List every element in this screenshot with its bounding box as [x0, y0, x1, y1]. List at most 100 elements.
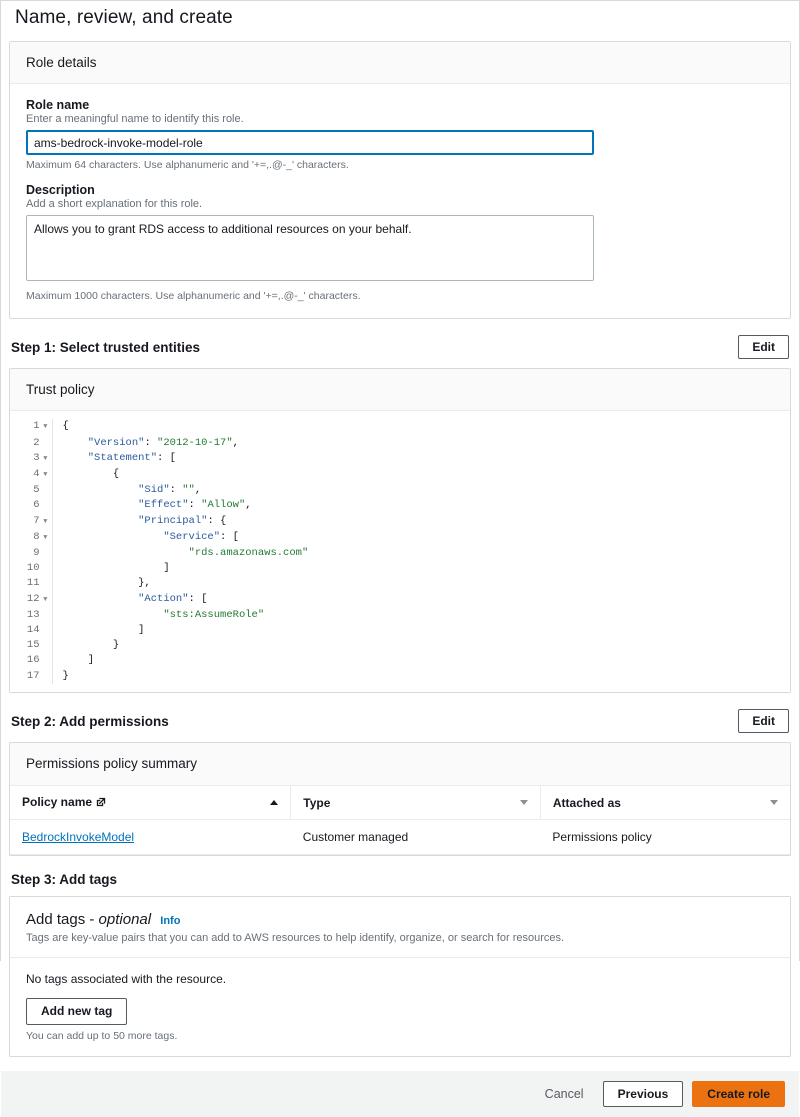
- code-line-number: 8▼: [10, 530, 52, 546]
- code-line: 6 "Effect": "Allow",: [10, 498, 790, 513]
- code-line-number: 3▼: [10, 451, 52, 467]
- permissions-header-row: Policy name Type: [10, 786, 790, 820]
- code-line: 16 ]: [10, 653, 790, 668]
- code-line: 8▼ "Service": [: [10, 530, 790, 546]
- code-line-number: 14: [10, 623, 52, 638]
- code-line-number: 16: [10, 653, 52, 668]
- trust-policy-card: Trust policy 1▼{2 "Version": "2012-10-17…: [9, 368, 791, 692]
- code-line: 17}: [10, 669, 790, 684]
- permissions-card-title: Permissions policy summary: [10, 743, 790, 785]
- role-details-card-title: Role details: [10, 42, 790, 84]
- code-line-content: "Sid": "",: [52, 483, 790, 498]
- code-line-content: ]: [52, 623, 790, 638]
- code-line-content: "Version": "2012-10-17",: [52, 436, 790, 451]
- column-header-policy-name[interactable]: Policy name: [10, 786, 291, 820]
- add-tags-optional-text: optional: [99, 911, 152, 928]
- fold-toggle-icon[interactable]: ▼: [40, 469, 48, 482]
- code-line-content: "Principal": {: [52, 514, 790, 530]
- code-line: 10 ]: [10, 561, 790, 576]
- code-line-content: "Action": [: [52, 592, 790, 608]
- code-line-number: 4▼: [10, 467, 52, 483]
- step2-edit-button[interactable]: Edit: [738, 709, 789, 733]
- description-description: Add a short explanation for this role.: [26, 198, 774, 210]
- description-label: Description: [26, 183, 774, 197]
- table-row: BedrockInvokeModel Customer managed Perm…: [10, 820, 790, 855]
- code-lines-body: 1▼ {2 "Version": "2012-10-17",3▼ "Stateme…: [10, 419, 790, 683]
- info-link[interactable]: Info: [160, 915, 180, 927]
- policy-name-link[interactable]: BedrockInvokeModel: [22, 830, 134, 844]
- cell-policy-name: BedrockInvokeModel: [10, 820, 291, 855]
- code-line-content: "Service": [: [52, 530, 790, 546]
- code-line-number: 10: [10, 561, 52, 576]
- code-line: 13 "sts:AssumeRole": [10, 608, 790, 623]
- code-line: 2 "Version": "2012-10-17",: [10, 436, 790, 451]
- column-label-type: Type: [303, 796, 330, 810]
- add-tags-card-head: Add tags - optional Info Tags are key-va…: [10, 897, 790, 957]
- role-details-body: Role name Enter a meaningful name to ide…: [10, 84, 790, 318]
- code-line: 12▼ "Action": [: [10, 592, 790, 608]
- code-line-number: 7▼: [10, 514, 52, 530]
- sort-indicator-attached-as[interactable]: [770, 800, 778, 805]
- role-name-input[interactable]: [26, 130, 594, 155]
- fold-toggle-icon[interactable]: ▼: [40, 453, 48, 466]
- create-role-button[interactable]: Create role: [692, 1081, 785, 1107]
- code-line-content: "Statement": [: [52, 451, 790, 467]
- trust-policy-code-editor[interactable]: 1▼ {2 "Version": "2012-10-17",3▼ "Stateme…: [10, 410, 790, 691]
- code-line-content: }: [52, 669, 790, 684]
- column-label-policy-name: Policy name: [22, 795, 106, 810]
- trust-policy-code-table: 1▼ {2 "Version": "2012-10-17",3▼ "Stateme…: [10, 419, 790, 683]
- step3-title: Step 3: Add tags: [11, 872, 117, 887]
- tags-limit-text: You can add up to 50 more tags.: [26, 1030, 774, 1042]
- code-line-number: 15: [10, 638, 52, 653]
- code-line: 7▼ "Principal": {: [10, 514, 790, 530]
- code-line-number: 17: [10, 669, 52, 684]
- add-tags-body: No tags associated with the resource. Ad…: [10, 957, 790, 1055]
- code-line: 11 },: [10, 576, 790, 591]
- page-body: Role details Role name Enter a meaningfu…: [1, 41, 799, 1071]
- code-line: 9 "rds.amazonaws.com": [10, 546, 790, 561]
- role-name-description: Enter a meaningful name to identify this…: [26, 113, 774, 125]
- column-header-type[interactable]: Type: [291, 786, 541, 820]
- code-line: 3▼ "Statement": [: [10, 451, 790, 467]
- description-hint: Maximum 1000 characters. Use alphanumeri…: [26, 290, 774, 302]
- column-header-attached-as[interactable]: Attached as: [540, 786, 790, 820]
- fold-toggle-icon[interactable]: ▼: [40, 594, 48, 607]
- previous-button[interactable]: Previous: [603, 1081, 684, 1107]
- fold-toggle-icon[interactable]: ▼: [40, 532, 48, 545]
- column-label-attached-as: Attached as: [553, 796, 621, 810]
- code-line-number: 1▼: [10, 419, 52, 435]
- fold-toggle-icon[interactable]: ▼: [40, 421, 48, 434]
- add-tags-subtitle: Tags are key-value pairs that you can ad…: [26, 932, 774, 944]
- step2-header: Step 2: Add permissions Edit: [9, 707, 791, 742]
- code-line: 15 }: [10, 638, 790, 653]
- step1-edit-button[interactable]: Edit: [738, 335, 789, 359]
- code-line-number: 6: [10, 498, 52, 513]
- create-role-page: Name, review, and create Role details Ro…: [0, 0, 800, 961]
- cancel-button[interactable]: Cancel: [535, 1082, 594, 1106]
- fold-toggle-icon[interactable]: ▼: [40, 516, 48, 529]
- description-textarea[interactable]: Allows you to grant RDS access to additi…: [26, 215, 594, 281]
- code-line: 5 "Sid": "",: [10, 483, 790, 498]
- add-new-tag-button[interactable]: Add new tag: [26, 998, 127, 1024]
- role-name-field-group: Role name Enter a meaningful name to ide…: [26, 98, 774, 171]
- code-line-number: 11: [10, 576, 52, 591]
- code-line-content: "rds.amazonaws.com": [52, 546, 790, 561]
- code-line-number: 2: [10, 436, 52, 451]
- code-line-content: ]: [52, 653, 790, 668]
- external-link-icon: [96, 796, 106, 810]
- step1-title: Step 1: Select trusted entities: [11, 340, 200, 355]
- sort-indicator-type[interactable]: [520, 800, 528, 805]
- cell-attached-as: Permissions policy: [540, 820, 790, 855]
- code-line-content: "Effect": "Allow",: [52, 498, 790, 513]
- sort-indicator-policy-name[interactable]: [270, 800, 278, 805]
- step3-header: Step 3: Add tags: [9, 870, 791, 896]
- code-line-content: {: [52, 467, 790, 483]
- code-line-content: },: [52, 576, 790, 591]
- role-name-hint: Maximum 64 characters. Use alphanumeric …: [26, 159, 774, 171]
- role-details-card: Role details Role name Enter a meaningfu…: [9, 41, 791, 319]
- cell-type: Customer managed: [291, 820, 541, 855]
- code-line-number: 9: [10, 546, 52, 561]
- code-line-content: "sts:AssumeRole": [52, 608, 790, 623]
- description-field-group: Description Add a short explanation for …: [26, 183, 774, 302]
- permissions-table-body: BedrockInvokeModel Customer managed Perm…: [10, 820, 790, 855]
